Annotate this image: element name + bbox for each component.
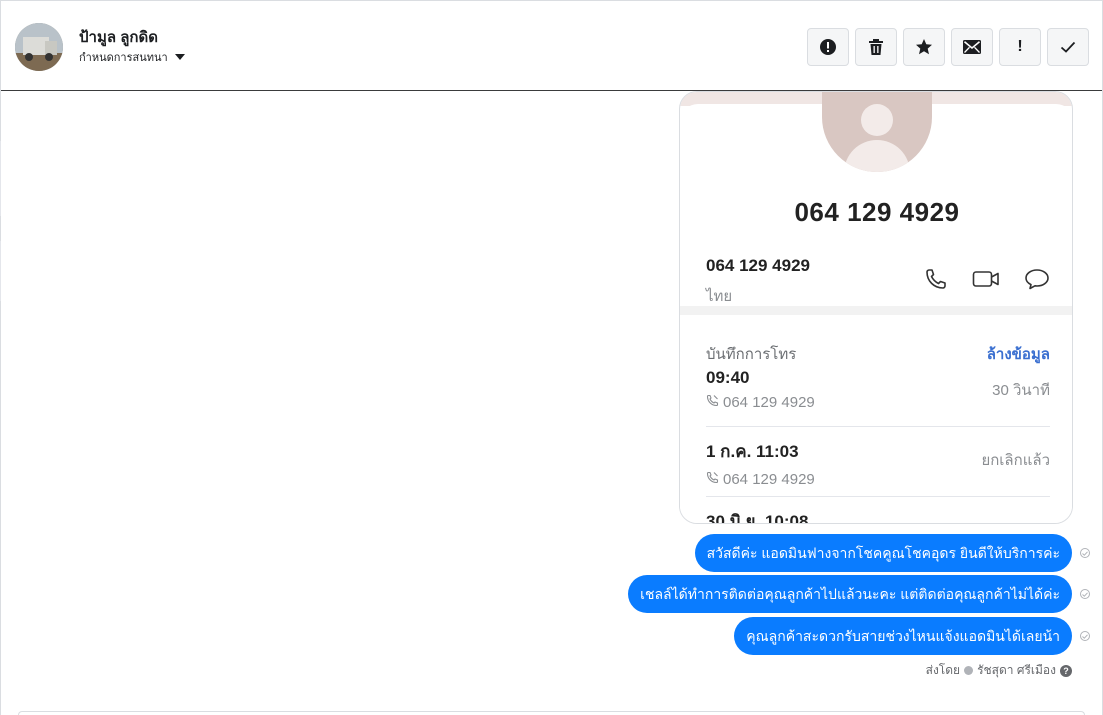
chat-bubble-icon (1024, 267, 1050, 296)
thread-toolbar: ! (807, 28, 1089, 66)
user-icon (964, 666, 974, 675)
call-time: 30 มิ.ย. 10:08 (706, 512, 809, 524)
section-separator (680, 306, 1072, 315)
call-incoming-icon (706, 394, 719, 411)
alert-circle-icon (819, 38, 837, 56)
divider (0, 141, 3, 216)
number-actions (924, 267, 1050, 296)
messenger-thread-view: ป้ามูล ลูกดิด กำหนดการสนทนา ! 064 129 49… (0, 0, 1103, 715)
call-status: ยกเลิกแล้ว (981, 452, 1050, 469)
contact-avatar[interactable] (15, 23, 63, 71)
star-icon (915, 38, 933, 56)
chevron-down-icon (174, 54, 185, 60)
sent-by-info: ส่งโดย รัชสุดา ศรีเมือง ? (926, 661, 1072, 680)
call-log-item: 1 ก.ค. 11:03 064 129 4929 ยกเลิกแล้ว (706, 438, 1050, 508)
trash-icon (868, 38, 884, 56)
divider (706, 426, 1050, 427)
call-log-item: 09:40 064 129 4929 30 วินาที (706, 368, 1050, 438)
call-status: 30 วินาที (992, 382, 1050, 399)
assign-label: กำหนดการสนทนา (79, 52, 168, 64)
seen-check-icon (1080, 631, 1090, 641)
contact-card: 064 129 4929 064 129 4929 ไทย บันทึกการโ… (680, 92, 1072, 524)
divider (0, 241, 3, 301)
mark-done-button[interactable] (1047, 28, 1089, 66)
delete-button[interactable] (855, 28, 897, 66)
report-spam-button[interactable] (807, 28, 849, 66)
exclamation-icon: ! (1017, 38, 1023, 55)
call-number: 064 129 4929 (706, 471, 1050, 488)
contact-big-number: 064 129 4929 (794, 197, 960, 227)
contact-name[interactable]: ป้ามูล ลูกดิด (79, 25, 158, 49)
call-log-item: 30 มิ.ย. 10:08 (706, 508, 1050, 524)
assign-conversation-dropdown[interactable]: กำหนดการสนทนา (79, 48, 185, 66)
phone-icon (924, 267, 948, 296)
call-incoming-icon (706, 471, 719, 488)
envelope-icon (963, 40, 981, 54)
phone-region: ไทย (706, 288, 733, 305)
message-row: สวัสดีค่ะ แอดมินฟางจากโชคคูณโชคอุดร ยินด… (694, 534, 1090, 572)
message-bubble[interactable]: สวัสดีค่ะ แอดมินฟางจากโชคคูณโชคอุดร ยินด… (694, 534, 1072, 572)
composer[interactable] (18, 711, 1085, 715)
seen-check-icon (1080, 589, 1090, 599)
number-row: 064 129 4929 ไทย (706, 256, 810, 308)
call-log-clear: ล้างข้อมูล (986, 346, 1050, 363)
message-bubble[interactable]: คุณลูกค้าสะดวกรับสายช่วงไหนแจ้งแอดมินได้… (734, 617, 1072, 655)
seen-check-icon (1080, 548, 1090, 558)
phone-number: 064 129 4929 (706, 256, 810, 275)
message-thread[interactable]: 064 129 4929 064 129 4929 ไทย บันทึกการโ… (0, 91, 1102, 711)
message-row: เชลล์ได้ทำการติดต่อคุณลูกค้าไปแล้วนะคะ แ… (628, 575, 1090, 613)
image-attachment[interactable]: 064 129 4929 064 129 4929 ไทย บันทึกการโ… (679, 91, 1073, 524)
check-icon (1060, 41, 1076, 53)
mark-follow-up-button[interactable]: ! (999, 28, 1041, 66)
thread-header: ป้ามูล ลูกดิด กำหนดการสนทนา ! (1, 0, 1102, 91)
sent-by-name[interactable]: รัชสุดา ศรีเมือง (977, 661, 1056, 680)
help-icon[interactable]: ? (1060, 664, 1072, 677)
sent-by-prefix: ส่งโดย (925, 663, 961, 677)
call-log-title: บันทึกการโทร (706, 346, 797, 363)
message-bubble[interactable]: เชลล์ได้ทำการติดต่อคุณลูกค้าไปแล้วนะคะ แ… (628, 575, 1072, 613)
divider (706, 496, 1050, 497)
message-row: คุณลูกค้าสะดวกรับสายช่วงไหนแจ้งแอดมินได้… (734, 617, 1090, 655)
call-number-text: 064 129 4929 (723, 394, 815, 411)
video-call-icon (972, 267, 1000, 296)
person-placeholder-icon (822, 92, 932, 172)
mark-unread-button[interactable] (951, 28, 993, 66)
call-number-text: 064 129 4929 (723, 471, 815, 488)
star-button[interactable] (903, 28, 945, 66)
